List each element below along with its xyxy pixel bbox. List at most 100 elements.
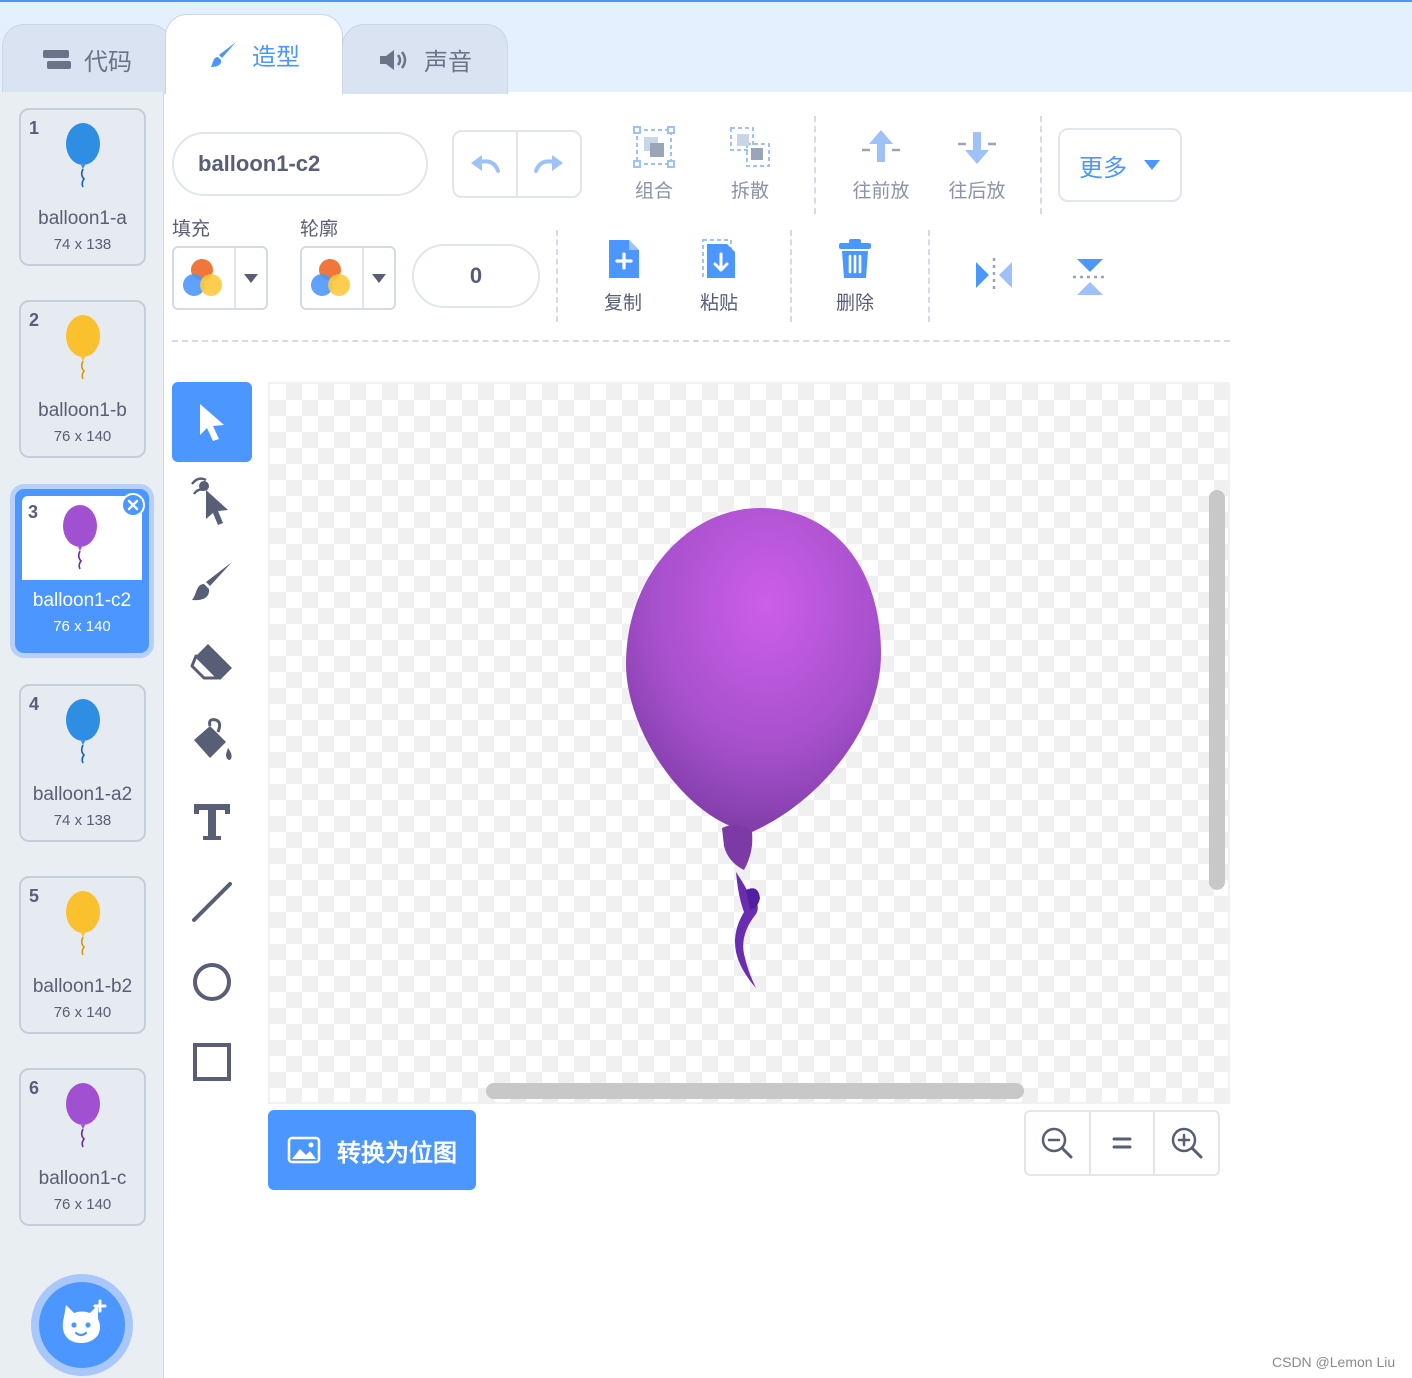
flip-horizontal-button[interactable]: [972, 256, 1016, 294]
costume-size: 74 x 138: [53, 812, 112, 829]
zoom-controls: [1024, 1110, 1220, 1176]
ungroup-button[interactable]: 拆散: [724, 126, 776, 203]
costume-number: 5: [29, 886, 40, 906]
circle-tool[interactable]: [172, 942, 252, 1022]
fill-label: 填充: [172, 219, 211, 240]
fill-tool[interactable]: [172, 702, 252, 782]
delete-costume-button[interactable]: [121, 493, 145, 517]
costume-item[interactable]: 4 balloon1-a2 74 x 138: [19, 684, 146, 842]
editor-tab-bar: 代码 造型 声音: [0, 0, 1412, 94]
outline-color-picker[interactable]: [300, 246, 396, 310]
tab-sounds[interactable]: 声音: [342, 24, 508, 94]
costume-item[interactable]: 5 balloon1-b2 76 x 140: [19, 876, 146, 1034]
caret-down-icon: [1144, 160, 1160, 170]
tab-costumes[interactable]: 造型: [165, 14, 343, 94]
line-tool[interactable]: [172, 862, 252, 942]
eraser-icon: [190, 644, 232, 680]
copy-label: 复制: [603, 293, 642, 314]
eraser-tool[interactable]: [172, 622, 252, 702]
costume-name: balloon1-a: [38, 208, 127, 229]
costume-list: 1 balloon1-a 74 x 138 2 balloon1-b 76 x …: [0, 92, 164, 1378]
convert-to-bitmap-button[interactable]: 转换为位图: [268, 1110, 476, 1190]
costume-number: 4: [29, 694, 40, 714]
canvas-vertical-scrollbar[interactable]: [1209, 490, 1225, 890]
canvas-horizontal-scrollbar[interactable]: [486, 1083, 1024, 1099]
code-blocks-icon: [43, 49, 71, 69]
tab-costumes-label: 造型: [252, 44, 300, 71]
costume-name: balloon1-b2: [32, 976, 133, 997]
costume-item-selected[interactable]: 3 balloon1-c2 76 x 140: [10, 484, 154, 658]
ungroup-icon: [730, 127, 770, 167]
reshape-tool[interactable]: [172, 462, 252, 542]
paste-button[interactable]: 粘贴: [694, 238, 744, 315]
equals-icon: [1112, 1137, 1132, 1149]
reshape-icon: [191, 477, 228, 525]
balloon-thumbnail: [66, 1083, 100, 1148]
flip-vertical-button[interactable]: [1068, 256, 1112, 298]
redo-button[interactable]: [516, 132, 580, 196]
tab-sounds-label: 声音: [424, 49, 472, 76]
copy-icon: [609, 240, 639, 278]
costume-number: 2: [29, 310, 40, 330]
zoom-out-button[interactable]: [1026, 1112, 1089, 1174]
speaker-icon: [380, 49, 407, 70]
zoom-in-icon: [1171, 1127, 1203, 1159]
circle-icon: [193, 963, 231, 1001]
rectangle-tool[interactable]: [172, 1022, 252, 1102]
send-backward-icon: [958, 132, 996, 164]
arrow-cursor-icon: [200, 404, 224, 441]
redo-icon: [534, 155, 563, 173]
zoom-reset-button[interactable]: [1088, 1112, 1154, 1174]
color-swatch-icon: [311, 259, 350, 296]
forward-button[interactable]: 往前放: [848, 126, 914, 203]
zoom-in-button[interactable]: [1153, 1112, 1218, 1174]
brush-tool[interactable]: [172, 542, 252, 622]
undo-redo-group: [452, 130, 582, 198]
balloon-thumbnail: [66, 699, 100, 764]
fill-color-picker[interactable]: [172, 246, 268, 310]
ungroup-label: 拆散: [730, 181, 769, 202]
paintbrush-icon: [211, 41, 236, 67]
costume-item[interactable]: 2 balloon1-b 76 x 140: [19, 300, 146, 458]
paint-bucket-icon: [194, 718, 232, 760]
costume-name-input[interactable]: [172, 132, 428, 196]
convert-label: 转换为位图: [337, 1139, 457, 1167]
costume-number: 3: [28, 502, 39, 522]
select-tool[interactable]: [172, 382, 252, 462]
balloon-thumbnail: [66, 891, 100, 956]
costume-item[interactable]: 6 balloon1-c 76 x 140: [19, 1068, 146, 1226]
costume-number: 1: [29, 118, 40, 138]
paste-label: 粘贴: [699, 293, 738, 314]
more-dropdown-button[interactable]: 更多: [1058, 128, 1182, 202]
backward-button[interactable]: 往后放: [944, 126, 1010, 203]
close-icon: [127, 499, 139, 511]
costume-name: balloon1-c: [38, 1168, 127, 1189]
delete-button[interactable]: 删除: [830, 238, 880, 315]
paint-canvas[interactable]: [268, 382, 1230, 1104]
group-icon: [633, 126, 675, 168]
choose-costume-button[interactable]: [31, 1274, 133, 1376]
group-label: 组合: [634, 181, 673, 202]
costume-size: 76 x 140: [53, 618, 111, 635]
undo-button[interactable]: [454, 132, 516, 196]
caret-down-icon: [244, 273, 258, 283]
costume-name: balloon1-b: [38, 400, 127, 421]
tab-code-label: 代码: [84, 49, 132, 76]
outline-width-input[interactable]: [412, 244, 540, 308]
costume-number: 6: [29, 1078, 40, 1098]
balloon-artwork: [626, 508, 881, 988]
balloon-thumbnail: [66, 315, 100, 380]
bitmap-image-icon: [287, 1136, 321, 1164]
flip-horizontal-icon: [976, 258, 1012, 292]
costume-size: 76 x 140: [53, 1196, 112, 1213]
costume-item[interactable]: 1 balloon1-a 74 x 138: [19, 108, 146, 266]
group-button[interactable]: 组合: [628, 126, 680, 203]
caret-down-icon: [372, 273, 386, 283]
cat-add-icon: [62, 1299, 107, 1343]
line-icon: [192, 882, 232, 922]
costume-size: 76 x 140: [53, 428, 112, 445]
copy-button[interactable]: 复制: [598, 238, 648, 315]
delete-label: 删除: [835, 293, 874, 314]
text-tool[interactable]: [172, 782, 252, 862]
tab-code[interactable]: 代码: [2, 24, 172, 94]
